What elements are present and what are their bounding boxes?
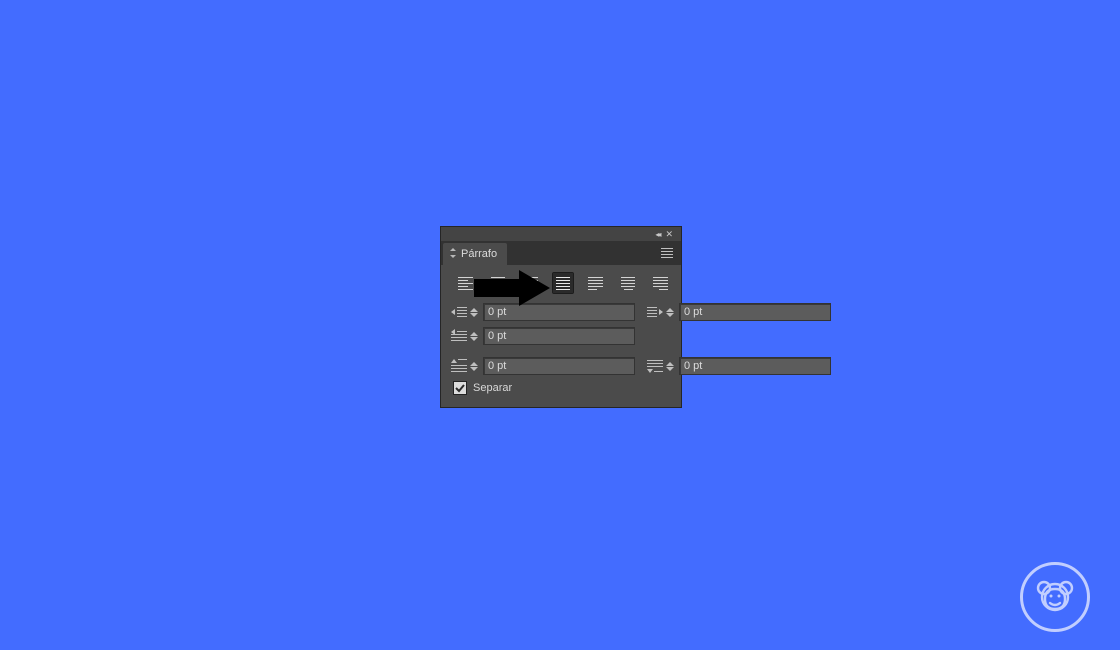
hyphenate-checkbox[interactable] [453,381,467,395]
space-before-stepper[interactable] [470,358,480,374]
indent-left-icon [451,305,467,319]
align-center-button[interactable] [488,273,509,293]
canvas-background: ◂◂ ✕ Párrafo [0,0,1120,650]
paragraph-panel: ◂◂ ✕ Párrafo [440,226,682,408]
tab-parrafo[interactable]: Párrafo [443,243,507,265]
justify-last-right-button[interactable] [618,273,639,293]
indent-right-input[interactable] [679,303,831,321]
indent-right-stepper[interactable] [666,304,676,320]
alignment-row [451,273,671,293]
brand-logo [1020,562,1090,632]
space-after-input[interactable] [679,357,831,375]
close-icon[interactable]: ✕ [665,229,673,240]
first-line-indent-group [451,327,635,345]
hyphenate-row: Separar [451,381,671,395]
indent-right-group [647,303,831,321]
space-before-icon [451,359,467,373]
justify-last-left-button[interactable] [553,273,574,293]
first-line-indent-stepper[interactable] [470,328,480,344]
indent-left-stepper[interactable] [470,304,480,320]
panel-menu-icon[interactable] [661,246,673,260]
align-left-button[interactable] [455,273,476,293]
justify-all-button[interactable] [650,273,671,293]
indent-left-input[interactable] [483,303,635,321]
space-after-stepper[interactable] [666,358,676,374]
first-line-indent-input[interactable] [483,327,635,345]
space-after-icon [647,359,663,373]
first-line-row [451,327,671,345]
space-after-group [647,357,831,375]
panel-titlebar: ◂◂ ✕ [441,227,681,241]
collapse-icon[interactable]: ◂◂ [655,230,659,239]
expand-collapse-icon [449,248,457,260]
first-line-indent-icon [451,329,467,343]
panel-body: Separar [441,265,681,407]
tab-bar: Párrafo [441,241,681,265]
tab-label: Párrafo [461,248,497,260]
align-right-button[interactable] [520,273,541,293]
indent-left-group [451,303,635,321]
justify-last-center-button[interactable] [585,273,606,293]
space-before-group [451,357,635,375]
indent-row [451,303,671,321]
hyphenate-label: Separar [473,382,512,394]
space-row [451,357,671,375]
space-before-input[interactable] [483,357,635,375]
indent-right-icon [647,305,663,319]
